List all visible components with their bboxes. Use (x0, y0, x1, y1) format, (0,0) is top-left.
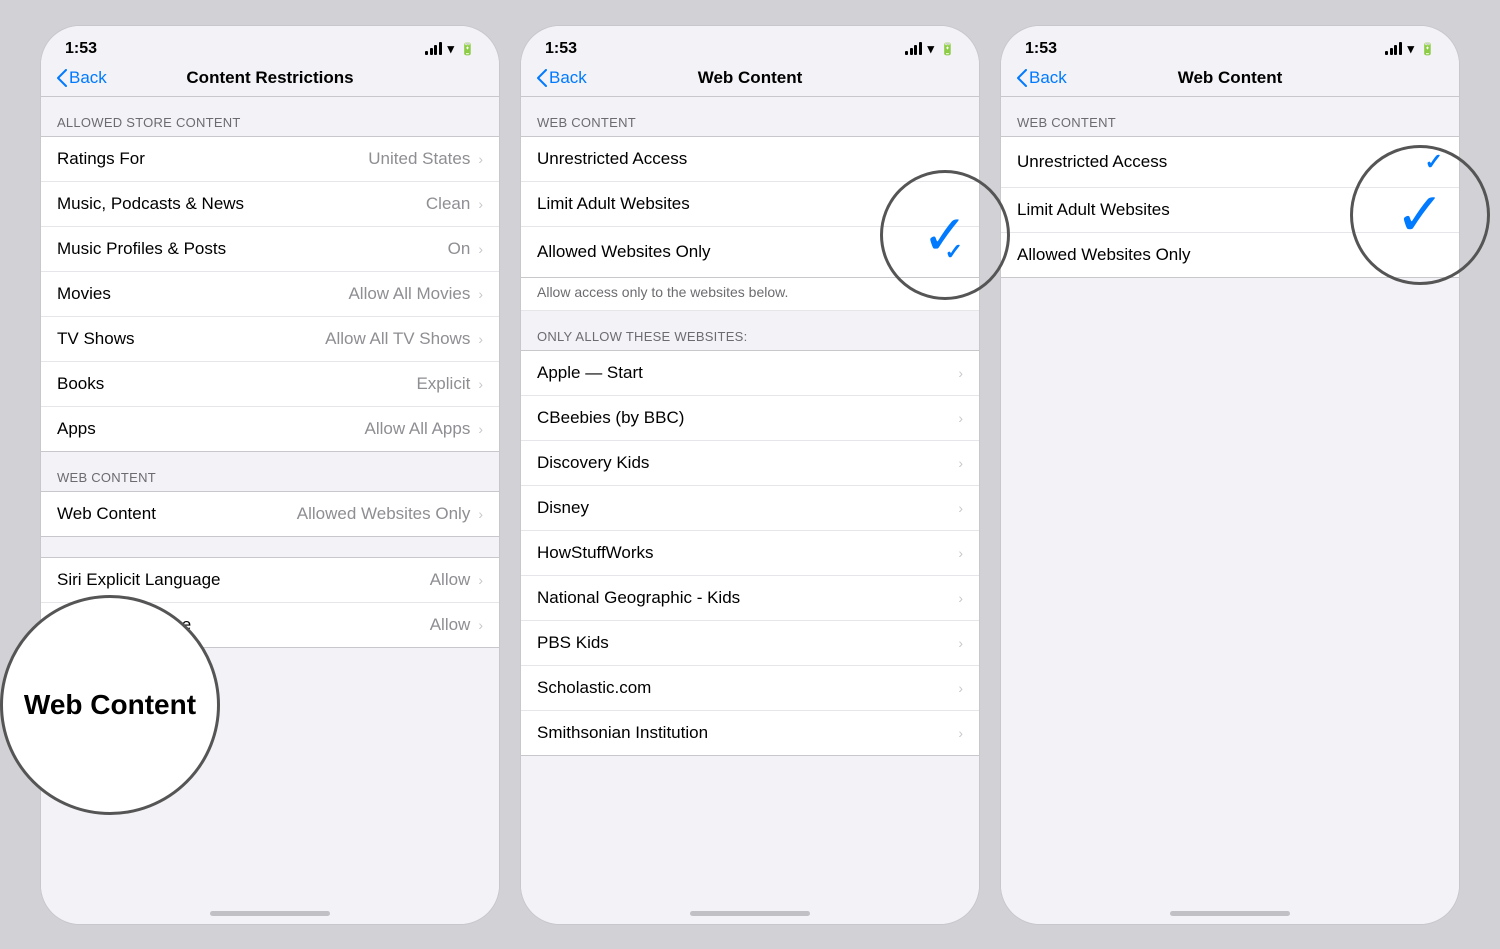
status-time-2: 1:53 (545, 40, 577, 58)
chevron-left-icon-1 (57, 69, 67, 87)
list-item-tv-shows[interactable]: TV Shows Allow All TV Shows › (41, 317, 499, 362)
status-icons-2: ▾ 🔋 (905, 41, 955, 57)
status-bar-1: 1:53 ▾ 🔋 (41, 26, 499, 64)
wifi-icon-2: ▾ (928, 41, 935, 57)
home-indicator-2 (521, 892, 979, 924)
section-header-only-allow: ONLY ALLOW THESE WEBSITES: (521, 311, 979, 350)
section-header-web-content: WEB CONTENT (41, 452, 499, 491)
section-header-allowed-store: ALLOWED STORE CONTENT (41, 97, 499, 136)
list-item-apps[interactable]: Apps Allow All Apps › (41, 407, 499, 451)
battery-icon-2: 🔋 (940, 42, 955, 56)
chevron-icon: › (958, 680, 963, 696)
status-bar-3: 1:53 ▾ 🔋 (1001, 26, 1459, 64)
phone-wrapper-1: 1:53 ▾ 🔋 Back Content Restrictions (30, 25, 510, 925)
chevron-icon: › (958, 590, 963, 606)
nav-bar-3: Back Web Content (1001, 64, 1459, 97)
wifi-icon-3: ▾ (1408, 41, 1415, 57)
chevron-icon: › (958, 410, 963, 426)
section-header-web-content-2: WEB CONTENT (521, 97, 979, 136)
chevron-icon: › (478, 286, 483, 302)
list-item-movies[interactable]: Movies Allow All Movies › (41, 272, 499, 317)
section-header-web-content-3: WEB CONTENT (1001, 97, 1459, 136)
status-time-1: 1:53 (65, 40, 97, 58)
list-item-apple-start[interactable]: Apple — Start › (521, 351, 979, 396)
chevron-icon: › (478, 196, 483, 212)
back-button-1[interactable]: Back (57, 68, 107, 88)
chevron-icon: › (958, 365, 963, 381)
chevron-icon: › (958, 725, 963, 741)
home-indicator-1 (41, 892, 499, 924)
list-item-discovery-kids[interactable]: Discovery Kids › (521, 441, 979, 486)
signal-icon-3 (1385, 42, 1402, 55)
web-content-annotation-circle: Web Content (0, 595, 220, 815)
list-item-howstuffworks[interactable]: HowStuffWorks › (521, 531, 979, 576)
status-icons-1: ▾ 🔋 (425, 41, 475, 57)
chevron-icon: › (478, 151, 483, 167)
chevron-icon: › (958, 635, 963, 651)
list-item-ratings-for[interactable]: Ratings For United States › (41, 137, 499, 182)
checkmark-circle-icon-3: ✓ (1395, 180, 1445, 250)
phone-wrapper-2: 1:53 ▾ 🔋 Back Web Content (510, 25, 990, 925)
chevron-left-icon-3 (1017, 69, 1027, 87)
checkmark-annotation-circle-2: ✓ (880, 170, 1010, 300)
chevron-icon: › (478, 421, 483, 437)
list-group-allowed-sites: Apple — Start › CBeebies (by BBC) › Disc… (521, 350, 979, 756)
signal-icon-1 (425, 42, 442, 55)
list-item-disney[interactable]: Disney › (521, 486, 979, 531)
list-item-unrestricted[interactable]: Unrestricted Access (521, 137, 979, 182)
home-bar-3 (1170, 911, 1290, 916)
list-item-books[interactable]: Books Explicit › (41, 362, 499, 407)
list-group-web-content: Web Content Allowed Websites Only › (41, 491, 499, 537)
home-bar-2 (690, 911, 810, 916)
phone-wrapper-3: 1:53 ▾ 🔋 Back Web Content (990, 25, 1470, 925)
chevron-icon: › (958, 500, 963, 516)
nav-title-1: Content Restrictions (186, 68, 353, 88)
chevron-left-icon-2 (537, 69, 547, 87)
chevron-icon: › (478, 241, 483, 257)
list-item-pbs-kids[interactable]: PBS Kids › (521, 621, 979, 666)
web-content-circle-label: Web Content (14, 679, 206, 731)
signal-icon-2 (905, 42, 922, 55)
nav-title-3: Web Content (1178, 68, 1283, 88)
checkmark-circle-icon-2: ✓ (922, 203, 968, 267)
status-icons-3: ▾ 🔋 (1385, 41, 1435, 57)
chevron-icon: › (478, 376, 483, 392)
status-bar-2: 1:53 ▾ 🔋 (521, 26, 979, 64)
wifi-icon-1: ▾ (448, 41, 455, 57)
chevron-icon: › (478, 572, 483, 588)
chevron-icon: › (478, 331, 483, 347)
list-group-store-content: Ratings For United States › Music, Podca… (41, 136, 499, 452)
list-item-scholastic[interactable]: Scholastic.com › (521, 666, 979, 711)
chevron-icon: › (958, 455, 963, 471)
nav-bar-2: Back Web Content (521, 64, 979, 97)
nav-title-2: Web Content (698, 68, 803, 88)
phone-screen-2: 1:53 ▾ 🔋 Back Web Content (520, 25, 980, 925)
nav-bar-1: Back Content Restrictions (41, 64, 499, 97)
status-time-3: 1:53 (1025, 40, 1057, 58)
empty-area-3 (1001, 278, 1459, 778)
battery-icon-3: 🔋 (1420, 42, 1435, 56)
list-item-music-profiles[interactable]: Music Profiles & Posts On › (41, 227, 499, 272)
battery-icon-1: 🔋 (460, 42, 475, 56)
list-item-cbeebies[interactable]: CBeebies (by BBC) › (521, 396, 979, 441)
list-item-music-podcasts[interactable]: Music, Podcasts & News Clean › (41, 182, 499, 227)
back-button-2[interactable]: Back (537, 68, 587, 88)
back-button-3[interactable]: Back (1017, 68, 1067, 88)
home-bar-1 (210, 911, 330, 916)
chevron-icon: › (478, 506, 483, 522)
checkmark-annotation-circle-3: ✓ (1350, 145, 1490, 285)
list-item-web-content[interactable]: Web Content Allowed Websites Only › (41, 492, 499, 536)
list-item-smithsonian[interactable]: Smithsonian Institution › (521, 711, 979, 755)
home-indicator-3 (1001, 892, 1459, 924)
list-item-nat-geo-kids[interactable]: National Geographic - Kids › (521, 576, 979, 621)
chevron-icon: › (478, 617, 483, 633)
chevron-icon: › (958, 545, 963, 561)
